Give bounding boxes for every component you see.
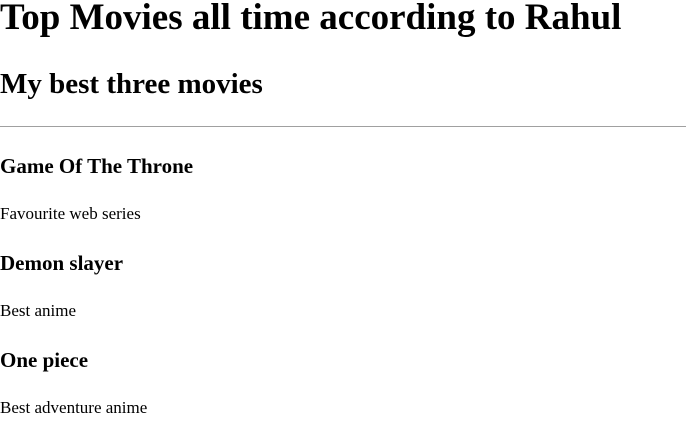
movie-title: One piece (0, 348, 89, 372)
page: Top Movies all time according to Rahul M… (0, 0, 686, 437)
movie-description: Favourite web series (0, 204, 141, 223)
movie-title: Game Of The Throne (0, 154, 194, 178)
page-title: Top Movies all time according to Rahul (0, 0, 622, 38)
page-subtitle: My best three movies (0, 68, 263, 100)
movie-description: Best anime (0, 301, 77, 320)
movie-description: Best adventure anime (0, 398, 148, 417)
divider (0, 126, 686, 127)
movie-title: Demon slayer (0, 251, 124, 275)
